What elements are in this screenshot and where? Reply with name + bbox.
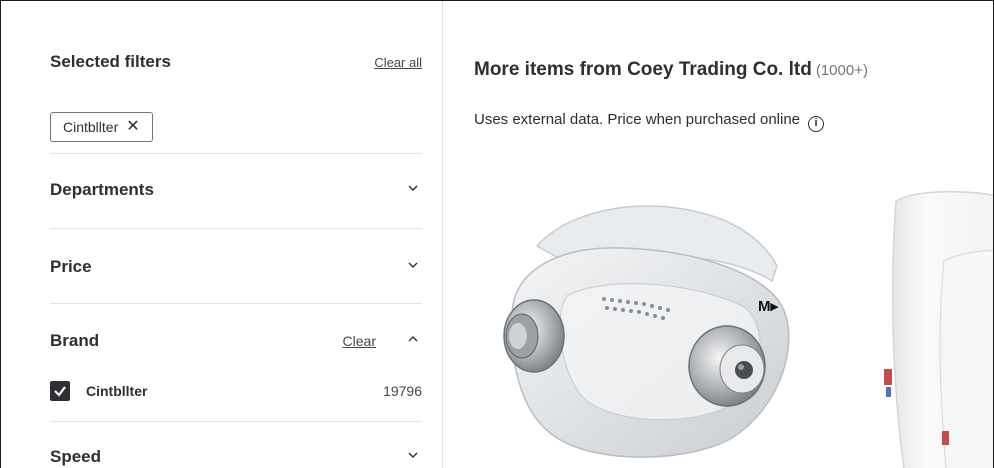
checkbox-checked-icon[interactable]	[50, 381, 70, 401]
section-subtitle: Uses external data. Price when purchased…	[474, 111, 825, 132]
size-badge: M▸	[758, 298, 779, 315]
main-content: More items from Coey Trading Co. ltd (100…	[474, 1, 993, 468]
chevron-down-icon[interactable]	[408, 183, 418, 193]
selected-filters-title: Selected filters	[50, 52, 171, 71]
brand-option-cintbllter[interactable]: Cintbllter 19796	[50, 381, 422, 401]
divider	[50, 153, 422, 154]
chevron-up-icon[interactable]	[408, 334, 418, 344]
facet-departments-label: Departments	[50, 180, 154, 199]
facet-departments[interactable]: Departments	[50, 175, 422, 205]
chevron-down-icon[interactable]	[408, 260, 418, 270]
facet-brand[interactable]: Brand Clear	[50, 326, 422, 356]
page-frame: Selected filters Clear all Cintbllter ✕ …	[0, 0, 994, 468]
pillows-image	[884, 190, 993, 468]
facet-speed[interactable]: Speed	[50, 442, 422, 468]
section-title: More items from Coey Trading Co. ltd (100…	[474, 59, 868, 81]
divider	[50, 421, 422, 422]
clear-all-button[interactable]: Clear all	[374, 55, 422, 70]
filter-sidebar: Selected filters Clear all Cintbllter ✕ …	[31, 1, 443, 468]
product-card-pillows[interactable]	[884, 181, 993, 468]
facet-brand-label: Brand	[50, 331, 100, 350]
cpap-mask-image: M▸	[503, 205, 790, 458]
facet-price[interactable]: Price	[50, 252, 422, 282]
close-icon[interactable]: ✕	[126, 119, 139, 135]
selected-filters-header: Selected filters Clear all	[50, 52, 422, 74]
product-card-cpap-mask[interactable]: M▸	[482, 176, 822, 468]
facet-speed-label: Speed	[50, 447, 102, 466]
brand-clear-button[interactable]: Clear	[343, 333, 376, 349]
filter-chip-cintbllter[interactable]: Cintbllter ✕	[50, 112, 153, 142]
section-item-count: (1000+)	[815, 62, 868, 79]
facet-price-label: Price	[50, 257, 92, 276]
section-title-text: More items from Coey Trading Co. ltd	[474, 59, 812, 80]
section-subtitle-text: Uses external data. Price when purchased…	[474, 111, 801, 128]
info-icon[interactable]: i	[808, 116, 825, 132]
brand-option-count: 19796	[383, 383, 422, 399]
divider	[50, 228, 422, 229]
divider	[50, 303, 422, 304]
chevron-down-icon[interactable]	[408, 450, 418, 460]
brand-option-label: Cintbllter	[86, 383, 148, 399]
filter-chip-label: Cintbllter	[63, 119, 119, 135]
